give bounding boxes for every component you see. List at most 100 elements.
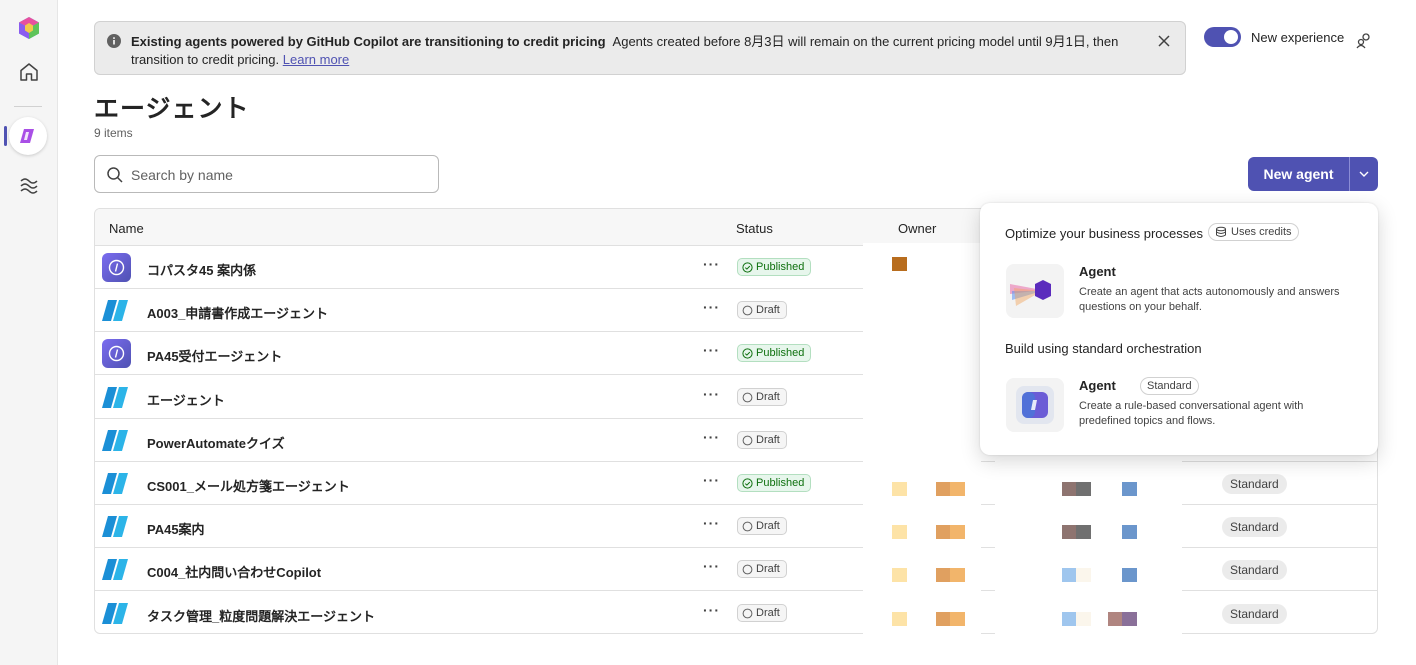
check-circle-icon [742,262,753,273]
column-header-name[interactable]: Name [109,221,144,236]
agent-name[interactable]: CS001_メール処方箋エージェント [147,476,350,495]
status-badge: Published [737,258,812,276]
pricing-banner: Existing agents powered by GitHub Copilo… [94,21,1186,75]
status-badge: Draft [737,430,787,449]
agent-name[interactable]: エージェント [147,390,225,409]
redacted-block [1062,568,1077,583]
share-people-icon[interactable] [1355,32,1373,50]
agent-icon [102,426,131,455]
redacted-block [1076,482,1091,496]
database-icon [1216,226,1226,237]
table-row[interactable]: C004_社内問い合わせCopilot ··· Draft Standard [95,548,1377,592]
redacted-block [892,525,907,540]
classic-agent-icon [102,602,128,624]
more-options-icon[interactable]: ··· [703,430,721,449]
agent-name[interactable]: タスク管理_粒度問題解決エージェント [147,606,375,625]
redacted-block [950,525,965,540]
redacted-block [1062,482,1077,496]
redacted-avatar [892,257,907,271]
draft-circle-icon [742,521,753,532]
agent-option-desc: Create a rule-based conversational agent… [1079,400,1304,427]
agent-thumbnail [1006,264,1064,318]
column-header-owner[interactable]: Owner [898,221,936,236]
redacted-block [1076,611,1091,626]
learn-more-link[interactable]: Learn more [283,52,349,67]
table-row[interactable]: CS001_メール処方箋エージェント ··· Published Standard [95,462,1377,505]
agents-nav-button[interactable] [9,117,47,155]
agent-name[interactable]: PA45受付エージェント [147,346,282,365]
search-input[interactable] [131,165,421,185]
agent-name[interactable]: PowerAutomateクイズ [147,433,285,452]
classic-agent-icon [102,516,128,538]
more-options-icon[interactable]: ··· [703,603,721,622]
library-icon[interactable] [17,174,41,198]
left-rail [0,0,58,665]
agent-name[interactable]: コパスタ45 案内係 [147,260,256,279]
redacted-block [950,611,965,626]
uses-credits-badge: Uses credits [1208,223,1299,241]
draft-circle-icon [742,435,753,446]
status-text: Draft [756,304,780,317]
agent-name[interactable]: C004_社内問い合わせCopilot [147,562,321,581]
status-text: Published [756,477,805,489]
chevron-down-icon [1359,171,1369,177]
classic-agent-icon [102,386,128,408]
more-options-icon[interactable]: ··· [703,257,721,276]
toggle-knob [1224,30,1238,44]
banner-title: Existing agents powered by GitHub Copilo… [131,34,606,49]
status-text: Published [756,261,805,273]
column-header-status[interactable]: Status [736,221,773,236]
redacted-block [892,568,907,583]
status-badge: Draft [737,387,787,406]
more-options-icon[interactable]: ··· [703,387,721,406]
redacted-block [936,611,951,626]
agent-thumbnail [1006,378,1064,432]
agent-name[interactable]: PA45案内 [147,519,205,538]
more-options-icon[interactable]: ··· [703,516,721,535]
status-text: Published [756,347,805,360]
search-box[interactable] [94,155,439,193]
new-experience-toggle[interactable] [1204,27,1241,47]
classic-agent-icon [102,429,128,451]
draft-circle-icon [742,564,753,575]
table-row[interactable]: タスク管理_粒度問題解決エージェント ··· Draft Standard [95,592,1377,633]
published-agent-icon [108,346,125,362]
more-options-icon[interactable]: ··· [703,343,721,362]
status-text: Draft [756,390,780,403]
close-icon[interactable] [1157,34,1171,48]
new-experience-label: New experience [1251,30,1345,45]
standard-tag: Standard [1140,377,1199,395]
agent-icon [102,339,131,369]
redacted-block [1076,568,1091,583]
more-options-icon[interactable]: ··· [703,473,721,492]
copilot-studio-logo[interactable] [17,16,41,40]
classic-agent-icon [102,473,128,494]
redacted-block [1122,611,1137,626]
redacted-block [892,611,907,626]
section-business-label: Optimize your business processes [1005,226,1203,241]
redacted-block [1076,525,1091,540]
new-agent-button[interactable]: New agent [1248,157,1349,191]
section-standard-label: Build using standard orchestration [1005,341,1202,356]
published-agent-icon [108,259,125,276]
new-agent-menu: Optimize your business processes Uses cr… [980,203,1378,455]
new-agent-split-button: New agent [1248,157,1378,191]
menu-option-agent-standard[interactable]: Agent Standard Create a rule-based conve… [998,370,1366,440]
status-badge: Draft [737,517,787,536]
redacted-block [1122,568,1137,583]
table-row[interactable]: PA45案内 ··· Draft Standard [95,505,1377,549]
home-icon[interactable] [17,60,41,84]
orchestration-badge: Standard [1222,603,1287,624]
orchestration-badge: Standard [1222,474,1287,494]
new-agent-dropdown-button[interactable] [1350,157,1378,191]
more-options-icon[interactable]: ··· [703,300,721,319]
redacted-column [995,455,1047,634]
agent-name[interactable]: A003_申請書作成エージェント [147,303,328,322]
more-options-icon[interactable]: ··· [703,559,721,578]
status-badge: Published [737,344,812,363]
menu-option-agent-credits[interactable]: Agent Create an agent that acts autonomo… [998,256,1366,326]
redacted-block [1062,525,1077,540]
redacted-block [1122,525,1137,540]
agent-icon [102,296,131,325]
autonomous-agent-icon [1010,280,1051,306]
